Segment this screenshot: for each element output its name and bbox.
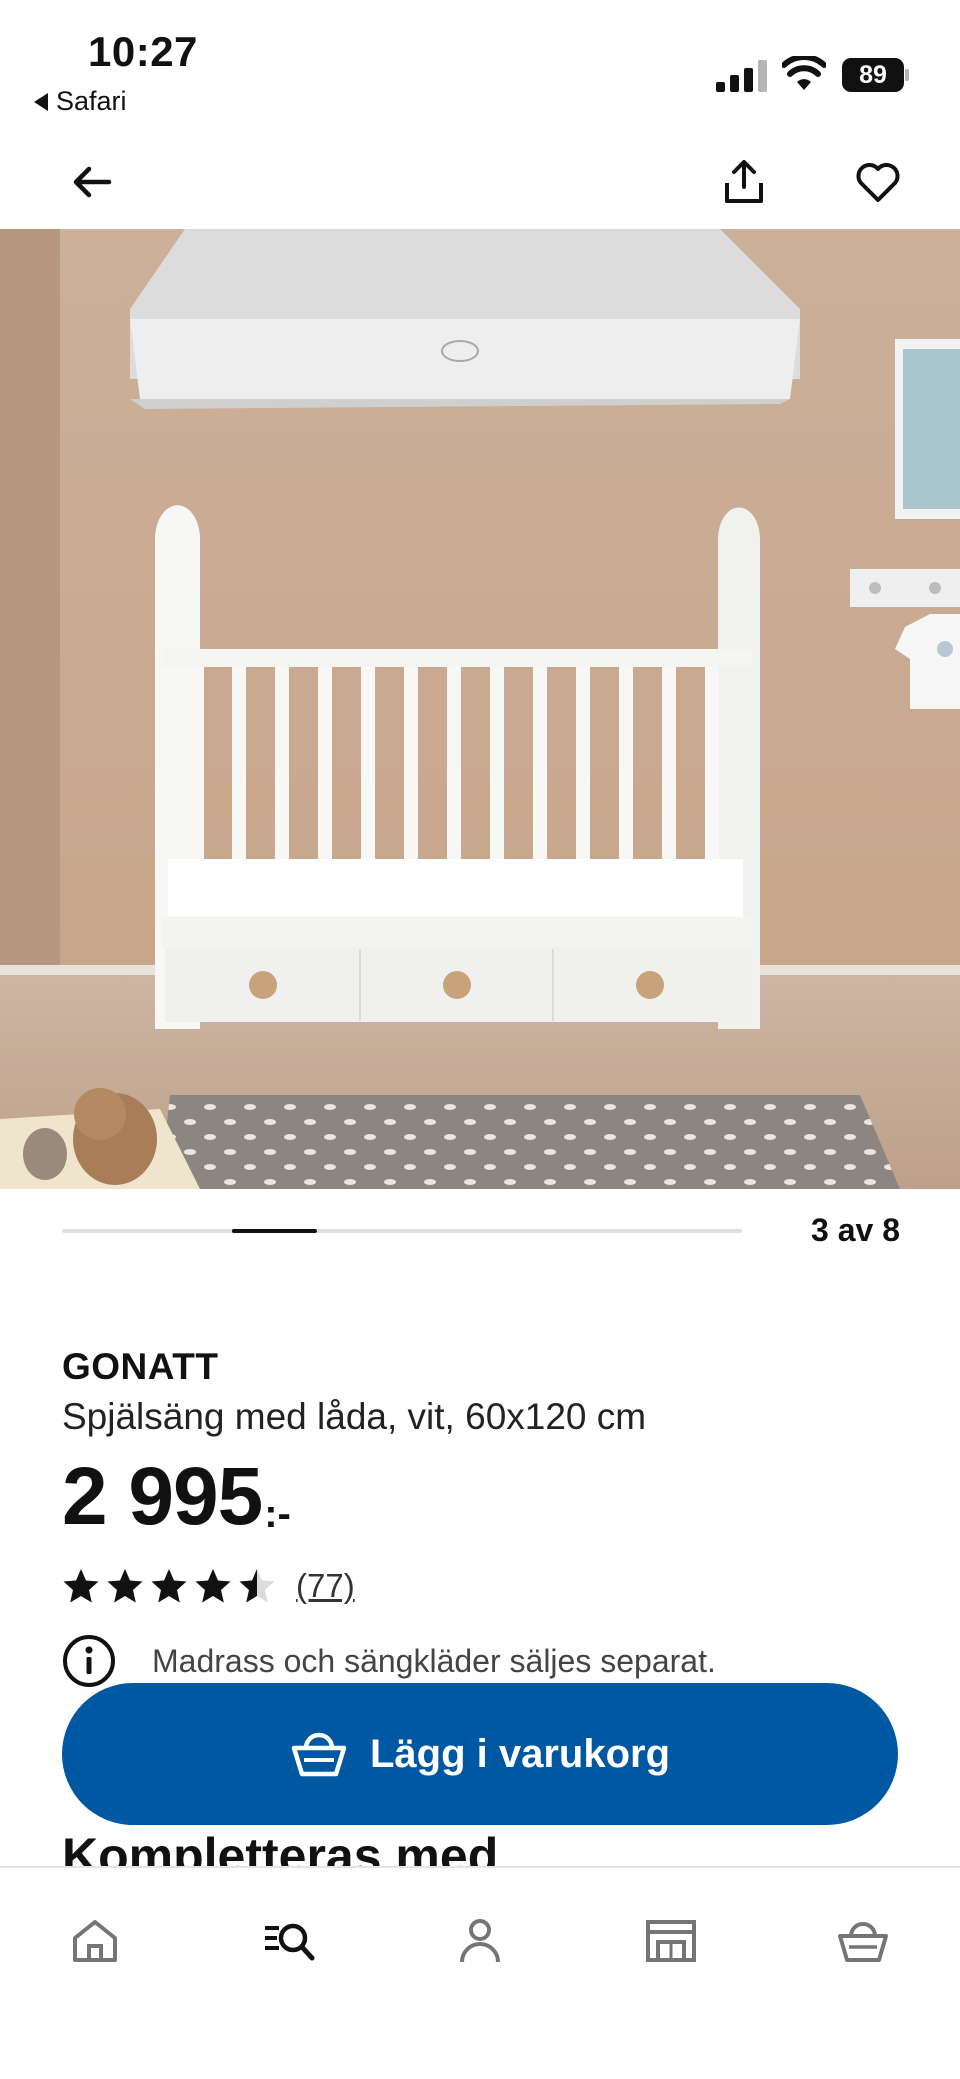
- star-icon: [239, 1569, 275, 1603]
- carousel-counter: 3 av 8: [811, 1212, 900, 1248]
- section-title-complements: Kompletteras med: [62, 1828, 499, 1867]
- product-description: Spjälsäng med låda, vit, 60x120 cm: [62, 1396, 647, 1437]
- carousel-track: [62, 1229, 742, 1233]
- favorite-button[interactable]: [836, 140, 920, 224]
- image-carousel-indicator: 3 av 8: [62, 1212, 900, 1252]
- search-list-icon: [265, 1923, 315, 1961]
- notice-text: Madrass och sängkläder säljes separat.: [152, 1642, 716, 1679]
- back-to-app-link[interactable]: Safari: [34, 86, 127, 117]
- add-to-cart-button[interactable]: Lägg i varukorg: [62, 1683, 898, 1825]
- product-brand: GONATT: [62, 1346, 219, 1387]
- info-icon: [63, 1635, 115, 1687]
- tab-profile[interactable]: [445, 1906, 515, 1976]
- basket-icon: [291, 1732, 347, 1777]
- arrow-left-icon: [73, 166, 112, 198]
- product-notice: Madrass och sängkläder säljes separat.: [62, 1634, 716, 1688]
- product-price: 2 995 :-: [62, 1456, 291, 1538]
- tab-home[interactable]: [60, 1906, 130, 1976]
- share-icon: [725, 160, 763, 203]
- price-amount: 2 995: [62, 1451, 263, 1542]
- star-icon: [107, 1569, 143, 1603]
- back-app-label: Safari: [56, 86, 127, 116]
- bottom-tab-bar: [0, 1866, 960, 2079]
- battery-indicator: 89: [842, 58, 910, 92]
- profile-icon: [460, 1919, 500, 1963]
- battery-level: 89: [842, 58, 904, 92]
- status-time: 10:27: [88, 28, 198, 75]
- tab-search[interactable]: [253, 1906, 323, 1976]
- share-button[interactable]: [702, 140, 786, 224]
- add-to-cart-label: Lägg i varukorg: [369, 1731, 671, 1776]
- star-icon: [195, 1569, 231, 1603]
- cellular-signal-icon: [716, 60, 767, 92]
- tab-cart[interactable]: [828, 1906, 898, 1976]
- store-icon: [646, 1920, 696, 1962]
- wifi-icon: [782, 56, 826, 90]
- basket-icon: [838, 1922, 888, 1962]
- product-header: [0, 140, 960, 230]
- back-triangle-icon: [34, 92, 48, 111]
- heart-icon: [856, 163, 900, 202]
- rating-stars: [62, 1567, 276, 1605]
- star-icon: [151, 1569, 187, 1603]
- product-rating[interactable]: (77): [62, 1566, 355, 1606]
- status-bar: 10:27 Safari 89: [0, 0, 960, 130]
- battery-cap: [905, 69, 909, 81]
- product-image[interactable]: [0, 229, 960, 1189]
- star-icon: [63, 1569, 99, 1603]
- product-photo: [0, 229, 960, 1189]
- price-suffix: :-: [264, 1492, 291, 1536]
- carousel-progress: [232, 1229, 317, 1233]
- home-icon: [73, 1920, 117, 1962]
- back-button[interactable]: [50, 140, 134, 224]
- review-count-link[interactable]: (77): [296, 1567, 355, 1605]
- tab-stores[interactable]: [636, 1906, 706, 1976]
